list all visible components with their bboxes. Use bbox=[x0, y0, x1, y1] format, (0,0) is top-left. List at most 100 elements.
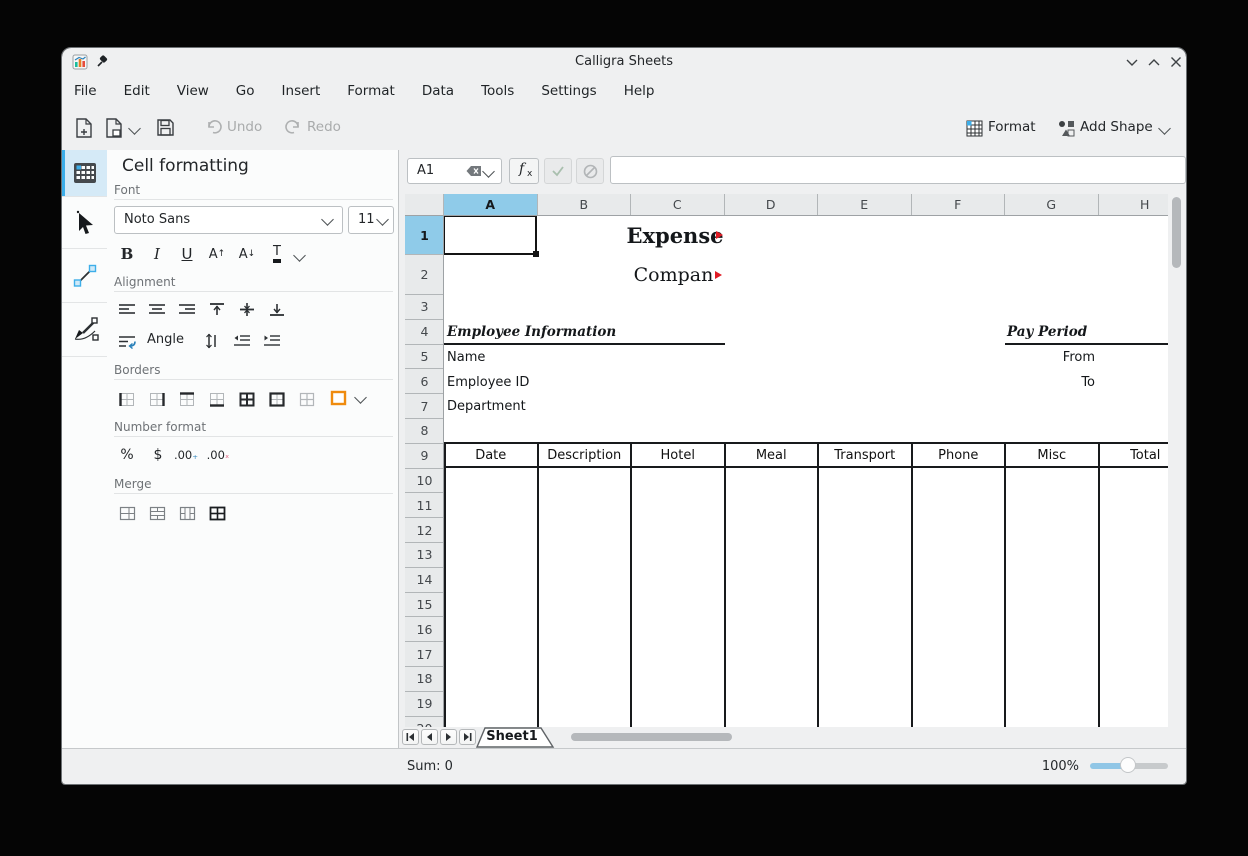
apply-icon[interactable] bbox=[544, 158, 572, 184]
row-header[interactable]: 1 bbox=[405, 216, 444, 255]
merge-cells-icon[interactable] bbox=[114, 502, 140, 524]
maximize-icon[interactable] bbox=[1147, 56, 1161, 68]
format-grid-icon[interactable] bbox=[966, 120, 983, 137]
menu-item[interactable]: Go bbox=[234, 81, 257, 101]
row-header[interactable]: 13 bbox=[405, 543, 444, 568]
border-outline-icon[interactable] bbox=[264, 388, 290, 410]
indent-increase-icon[interactable] bbox=[259, 330, 285, 352]
border-dropdown-icon[interactable] bbox=[354, 391, 367, 404]
column-header[interactable]: F bbox=[912, 194, 1006, 216]
align-left-icon[interactable] bbox=[114, 298, 140, 320]
precision-increase-button[interactable]: .00₊ bbox=[173, 443, 199, 467]
row-header[interactable]: 3 bbox=[405, 295, 444, 320]
row-header[interactable]: 9 bbox=[405, 444, 444, 469]
menu-item[interactable]: Settings bbox=[539, 81, 598, 101]
row-header[interactable]: 6 bbox=[405, 369, 444, 394]
column-header[interactable]: H bbox=[1099, 194, 1169, 216]
vertical-scrollbar-thumb[interactable] bbox=[1172, 197, 1181, 268]
add-shape-button[interactable]: Add Shape bbox=[1080, 119, 1153, 135]
sheet-grid[interactable]: Expense Compan Employee Information Pay … bbox=[444, 216, 1168, 727]
column-header[interactable]: C bbox=[631, 194, 725, 216]
percent-format-button[interactable]: % bbox=[114, 443, 140, 467]
row-header[interactable]: 2 bbox=[405, 255, 444, 295]
menu-item[interactable]: Tools bbox=[479, 81, 516, 101]
align-vcenter-icon[interactable] bbox=[234, 298, 260, 320]
add-shape-icon[interactable] bbox=[1058, 120, 1075, 137]
open-document-icon[interactable] bbox=[105, 118, 124, 138]
minimize-icon[interactable] bbox=[1125, 56, 1139, 68]
formula-input[interactable] bbox=[610, 156, 1186, 184]
redo-icon[interactable] bbox=[285, 119, 302, 136]
cell-reference-box[interactable]: A1 bbox=[407, 158, 502, 184]
align-right-icon[interactable] bbox=[174, 298, 200, 320]
menu-item[interactable]: Data bbox=[420, 81, 456, 101]
path-tool-icon[interactable] bbox=[62, 303, 107, 357]
vertical-scrollbar[interactable] bbox=[1170, 194, 1184, 727]
row-header[interactable]: 7 bbox=[405, 394, 444, 419]
row-header[interactable]: 17 bbox=[405, 642, 444, 667]
prev-sheet-icon[interactable] bbox=[421, 729, 438, 745]
column-header[interactable]: B bbox=[538, 194, 632, 216]
add-shape-dropdown-icon[interactable] bbox=[1158, 122, 1171, 135]
italic-button[interactable]: I bbox=[144, 242, 170, 266]
border-top-icon[interactable] bbox=[174, 388, 200, 410]
shrink-font-button[interactable]: A↓ bbox=[234, 242, 260, 266]
vertical-text-icon[interactable] bbox=[199, 330, 225, 352]
redo-button[interactable]: Redo bbox=[307, 119, 341, 135]
column-header[interactable]: G bbox=[1005, 194, 1099, 216]
save-icon[interactable] bbox=[156, 118, 175, 137]
unmerge-icon[interactable] bbox=[204, 502, 230, 524]
cancel-icon[interactable] bbox=[576, 158, 604, 184]
row-header[interactable]: 18 bbox=[405, 667, 444, 692]
align-center-icon[interactable] bbox=[144, 298, 170, 320]
zoom-slider[interactable] bbox=[1090, 763, 1168, 769]
menu-item[interactable]: Edit bbox=[122, 81, 152, 101]
row-header[interactable]: 12 bbox=[405, 518, 444, 543]
horizontal-scrollbar[interactable] bbox=[571, 733, 732, 741]
cell-ref-dropdown-icon[interactable] bbox=[482, 165, 495, 178]
fx-button[interactable]: f x bbox=[509, 158, 539, 184]
column-header[interactable]: E bbox=[818, 194, 912, 216]
row-header[interactable]: 5 bbox=[405, 345, 444, 370]
row-header[interactable]: 15 bbox=[405, 593, 444, 618]
border-left-icon[interactable] bbox=[114, 388, 140, 410]
menu-item[interactable]: Format bbox=[345, 81, 397, 101]
border-none-icon[interactable] bbox=[294, 388, 320, 410]
wrap-text-icon[interactable] bbox=[114, 330, 140, 352]
zoom-slider-handle[interactable] bbox=[1120, 757, 1136, 773]
spreadsheet-tool-icon[interactable] bbox=[62, 150, 107, 197]
close-icon[interactable] bbox=[1169, 56, 1183, 68]
menu-item[interactable]: File bbox=[72, 81, 99, 101]
font-family-select[interactable]: Noto Sans bbox=[114, 206, 343, 234]
align-bottom-icon[interactable] bbox=[264, 298, 290, 320]
row-header[interactable]: 8 bbox=[405, 419, 444, 444]
format-button[interactable]: Format bbox=[988, 119, 1036, 135]
select-all-corner[interactable] bbox=[405, 194, 444, 216]
row-header[interactable]: 10 bbox=[405, 469, 444, 494]
clear-icon[interactable] bbox=[466, 165, 482, 177]
selection-handle[interactable] bbox=[533, 251, 539, 257]
precision-decrease-button[interactable]: .00ₓ bbox=[205, 443, 231, 467]
row-header[interactable]: 11 bbox=[405, 493, 444, 518]
align-top-icon[interactable] bbox=[204, 298, 230, 320]
connector-tool-icon[interactable] bbox=[62, 249, 107, 303]
sheet-tab[interactable]: Sheet1 bbox=[475, 727, 561, 748]
font-size-select[interactable]: 11 bbox=[348, 206, 394, 234]
menu-item[interactable]: View bbox=[175, 81, 211, 101]
arrow-tool-icon[interactable] bbox=[62, 197, 107, 249]
column-header[interactable]: D bbox=[725, 194, 819, 216]
row-header[interactable]: 19 bbox=[405, 692, 444, 717]
border-right-icon[interactable] bbox=[144, 388, 170, 410]
title-bar[interactable]: Calligra Sheets bbox=[62, 48, 1186, 76]
row-header[interactable]: 20 bbox=[405, 717, 444, 727]
merge-vertical-icon[interactable] bbox=[174, 502, 200, 524]
first-sheet-icon[interactable] bbox=[402, 729, 419, 745]
row-header[interactable]: 16 bbox=[405, 617, 444, 642]
column-header[interactable]: A bbox=[444, 194, 538, 216]
undo-button[interactable]: Undo bbox=[227, 119, 262, 135]
border-bottom-icon[interactable] bbox=[204, 388, 230, 410]
text-color-button[interactable]: T bbox=[264, 242, 290, 266]
menu-item[interactable]: Insert bbox=[280, 81, 323, 101]
underline-button[interactable]: U bbox=[174, 242, 200, 266]
currency-format-button[interactable]: $ bbox=[145, 443, 171, 467]
